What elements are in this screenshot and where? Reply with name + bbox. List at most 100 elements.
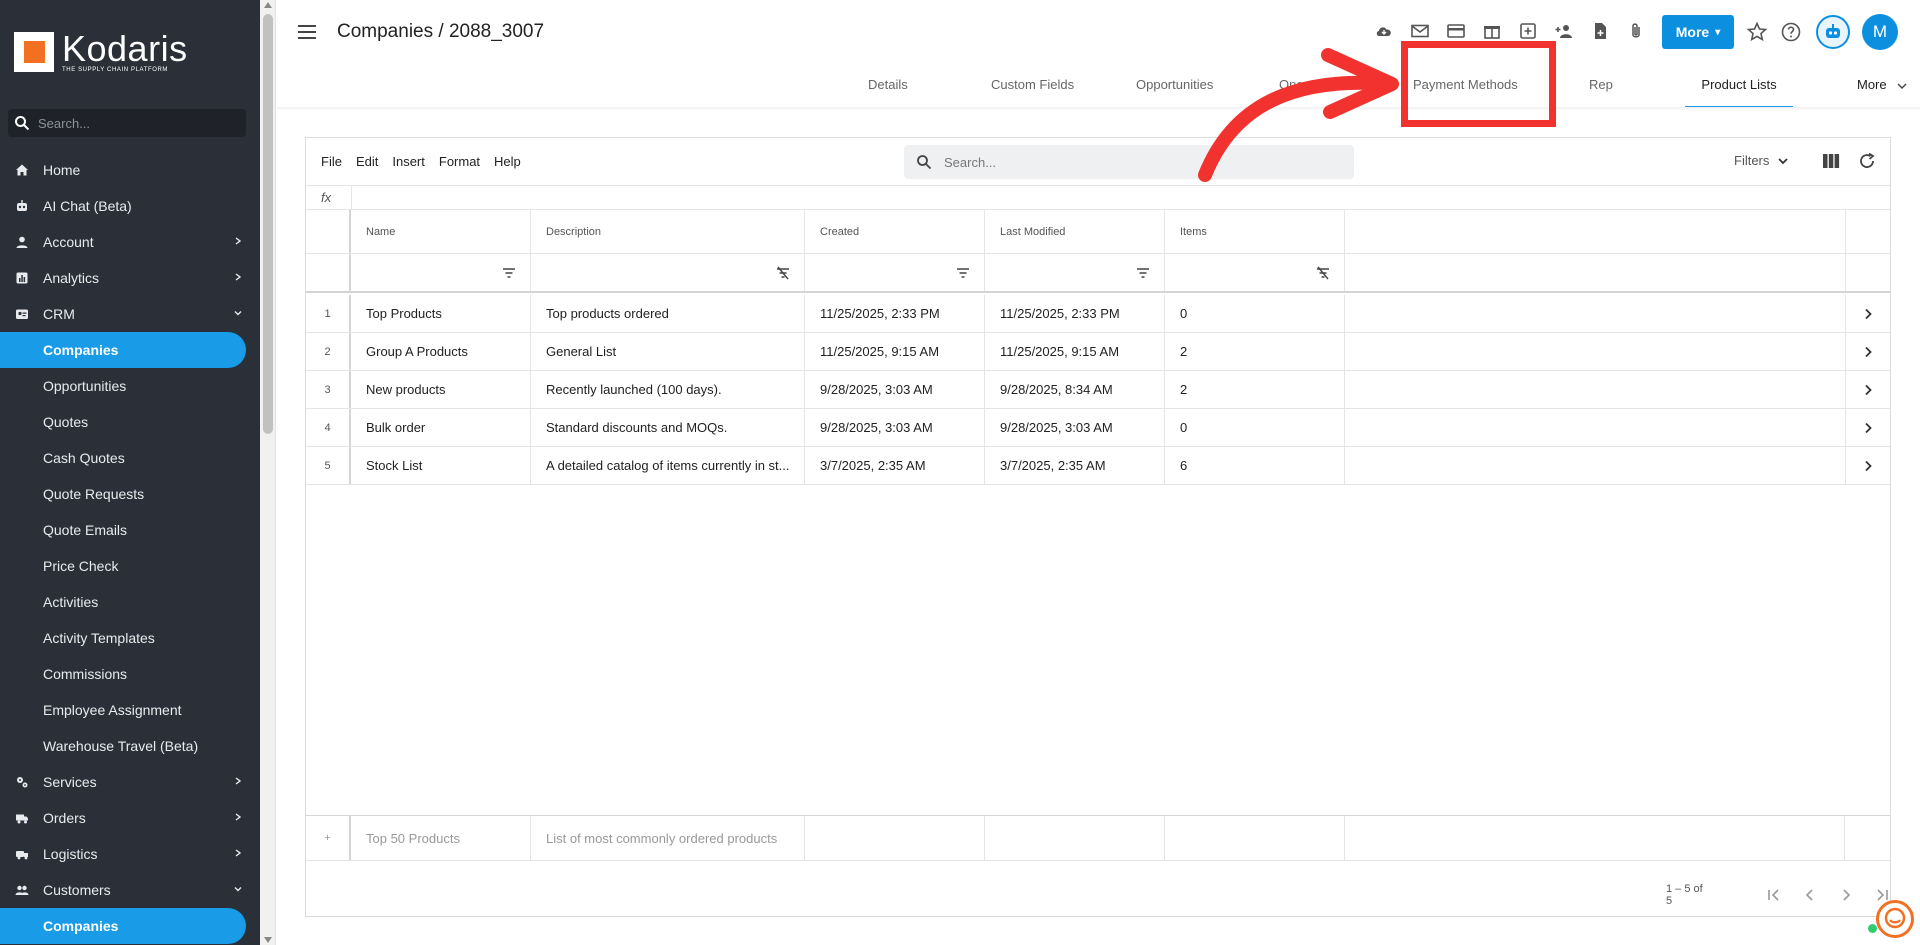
- tab-opportunities[interactable]: Opportunities: [1136, 70, 1213, 108]
- menu-format[interactable]: Format: [439, 154, 480, 169]
- scrollbar-thumb[interactable]: [263, 14, 273, 434]
- tab-open-invoices[interactable]: Open Invoices: [1279, 70, 1362, 108]
- grid-search[interactable]: [904, 145, 1354, 179]
- filters-dropdown[interactable]: Filters: [1734, 153, 1789, 168]
- sidebar-item-price-check[interactable]: Price Check: [0, 548, 260, 584]
- filter-cell-created[interactable]: [805, 254, 985, 291]
- cell-name[interactable]: Top Products: [351, 295, 531, 332]
- cell-name[interactable]: Group A Products: [351, 333, 531, 370]
- kodaris-logo[interactable]: Kodaris THE SUPPLY CHAIN PLATFORM: [14, 30, 188, 74]
- sidebar-item-services[interactable]: Services: [0, 764, 260, 800]
- ai-assistant-button[interactable]: [1816, 15, 1850, 49]
- cell-name[interactable]: Bulk order: [351, 409, 531, 446]
- sidebar-item-quotes[interactable]: Quotes: [0, 404, 260, 440]
- first-page-icon[interactable]: [1766, 887, 1782, 903]
- cell-last-modified[interactable]: 9/28/2025, 3:03 AM: [985, 409, 1165, 446]
- new-row-created-input[interactable]: [805, 816, 985, 860]
- add-person-icon[interactable]: [1553, 20, 1575, 42]
- sidebar-search[interactable]: [8, 109, 246, 137]
- table-row[interactable]: 1 Top Products Top products ordered 11/2…: [306, 295, 1890, 333]
- cell-last-modified[interactable]: 11/25/2025, 9:15 AM: [985, 333, 1165, 370]
- cell-description[interactable]: General List: [531, 333, 805, 370]
- sidebar-item-customers-companies[interactable]: Companies: [0, 908, 246, 944]
- menu-edit[interactable]: Edit: [356, 154, 378, 169]
- new-row-items-input[interactable]: [1165, 816, 1345, 860]
- sidebar-item-commissions[interactable]: Commissions: [0, 656, 260, 692]
- scroll-up-arrow-icon[interactable]: [264, 2, 272, 8]
- filter-cell-last-modified[interactable]: [985, 254, 1165, 291]
- next-page-icon[interactable]: [1838, 887, 1854, 903]
- sidebar-item-crm-companies[interactable]: Companies: [0, 332, 246, 368]
- column-header-created[interactable]: Created: [805, 210, 985, 253]
- filter-off-icon[interactable]: [1316, 266, 1330, 280]
- column-header-items[interactable]: Items: [1165, 210, 1345, 253]
- cell-created[interactable]: 9/28/2025, 3:03 AM: [805, 409, 985, 446]
- cell-created[interactable]: 11/25/2025, 9:15 AM: [805, 333, 985, 370]
- filter-icon[interactable]: [956, 266, 970, 280]
- menu-insert[interactable]: Insert: [392, 154, 425, 169]
- previous-page-icon[interactable]: [1802, 887, 1818, 903]
- sidebar-item-ai-chat[interactable]: AI Chat (Beta): [0, 188, 260, 224]
- column-header-name[interactable]: Name: [351, 210, 531, 253]
- sidebar-item-logistics[interactable]: Logistics: [0, 836, 260, 872]
- sidebar-item-orders[interactable]: Orders: [0, 800, 260, 836]
- row-open-button[interactable]: [1845, 295, 1890, 332]
- row-open-button[interactable]: [1845, 333, 1890, 370]
- tab-details[interactable]: Details: [868, 70, 908, 108]
- cell-items[interactable]: 6: [1165, 447, 1345, 484]
- filter-cell-name[interactable]: [351, 254, 531, 291]
- tab-product-lists[interactable]: Product Lists: [1685, 70, 1793, 108]
- tab-rep[interactable]: Rep: [1589, 70, 1613, 108]
- sidebar-item-employee-assignment[interactable]: Employee Assignment: [0, 692, 260, 728]
- column-header-last-modified[interactable]: Last Modified: [985, 210, 1165, 253]
- table-row[interactable]: 5 Stock List A detailed catalog of items…: [306, 447, 1890, 485]
- gift-icon[interactable]: [1481, 20, 1503, 42]
- new-document-icon[interactable]: [1589, 20, 1611, 42]
- filter-cell-items[interactable]: [1165, 254, 1345, 291]
- filter-off-icon[interactable]: [776, 266, 790, 280]
- filter-icon[interactable]: [502, 266, 516, 280]
- cell-last-modified[interactable]: 11/25/2025, 2:33 PM: [985, 295, 1165, 332]
- formula-bar[interactable]: fx: [306, 186, 1890, 210]
- sidebar-scrollbar[interactable]: [260, 0, 276, 945]
- add-row-button[interactable]: +: [306, 816, 351, 860]
- row-open-button[interactable]: [1845, 409, 1890, 446]
- hamburger-menu-icon[interactable]: [297, 24, 317, 40]
- menu-help[interactable]: Help: [494, 154, 521, 169]
- tab-custom-fields[interactable]: Custom Fields: [991, 70, 1074, 108]
- columns-icon[interactable]: [1822, 152, 1840, 170]
- sidebar-item-opportunities[interactable]: Opportunities: [0, 368, 260, 404]
- more-actions-button[interactable]: More ▾: [1662, 15, 1734, 49]
- cell-items[interactable]: 2: [1165, 333, 1345, 370]
- sidebar-item-activity-templates[interactable]: Activity Templates: [0, 620, 260, 656]
- credit-card-icon[interactable]: [1445, 20, 1467, 42]
- cell-last-modified[interactable]: 9/28/2025, 8:34 AM: [985, 371, 1165, 408]
- table-row[interactable]: 2 Group A Products General List 11/25/20…: [306, 333, 1890, 371]
- sidebar-item-activities[interactable]: Activities: [0, 584, 260, 620]
- cell-last-modified[interactable]: 3/7/2025, 2:35 AM: [985, 447, 1165, 484]
- table-row[interactable]: 4 Bulk order Standard discounts and MOQs…: [306, 409, 1890, 447]
- cell-name[interactable]: Stock List: [351, 447, 531, 484]
- sidebar-item-crm[interactable]: CRM: [0, 296, 260, 332]
- star-icon[interactable]: [1746, 21, 1768, 43]
- sidebar-item-customers[interactable]: Customers: [0, 872, 260, 908]
- user-avatar[interactable]: M: [1862, 14, 1898, 50]
- sidebar-item-quote-emails[interactable]: Quote Emails: [0, 512, 260, 548]
- sidebar-item-quote-requests[interactable]: Quote Requests: [0, 476, 260, 512]
- sidebar-item-account[interactable]: Account: [0, 224, 260, 260]
- sidebar-item-cash-quotes[interactable]: Cash Quotes: [0, 440, 260, 476]
- cell-description[interactable]: Standard discounts and MOQs.: [531, 409, 805, 446]
- refresh-icon[interactable]: [1858, 152, 1876, 170]
- help-icon[interactable]: [1780, 21, 1802, 43]
- cell-description[interactable]: Top products ordered: [531, 295, 805, 332]
- menu-file[interactable]: File: [321, 154, 342, 169]
- filter-icon[interactable]: [1136, 266, 1150, 280]
- support-chat-button[interactable]: [1876, 900, 1914, 938]
- cell-created[interactable]: 3/7/2025, 2:35 AM: [805, 447, 985, 484]
- email-icon[interactable]: [1409, 20, 1431, 42]
- scroll-down-arrow-icon[interactable]: [264, 937, 272, 943]
- new-row-name-input[interactable]: Top 50 Products: [351, 816, 531, 860]
- cell-items[interactable]: 2: [1165, 371, 1345, 408]
- sidebar-item-home[interactable]: Home: [0, 152, 260, 188]
- sidebar-item-warehouse-travel[interactable]: Warehouse Travel (Beta): [0, 728, 260, 764]
